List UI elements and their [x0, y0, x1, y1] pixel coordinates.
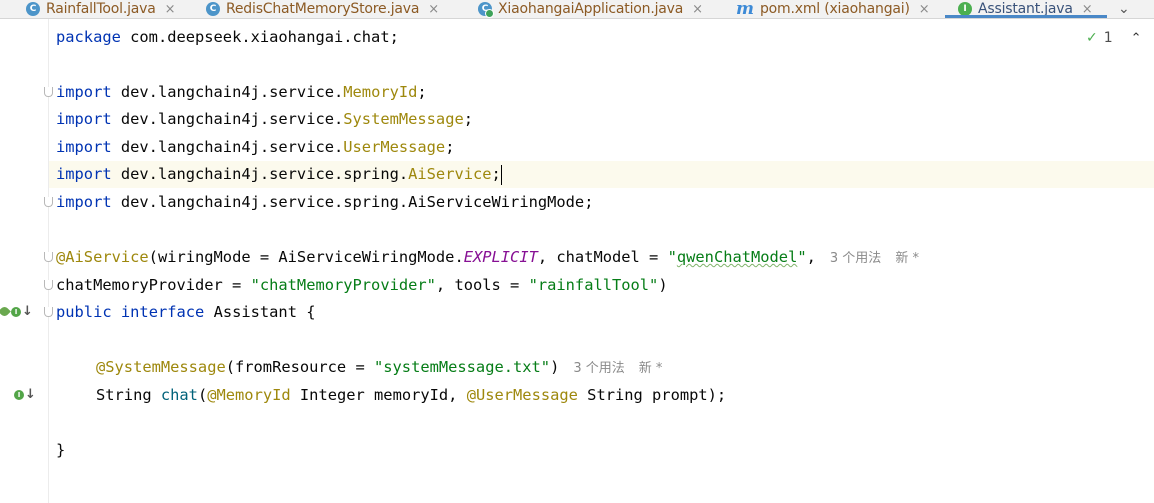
usages-hint[interactable]: 3 个用法: [830, 251, 881, 266]
editor-gutter: I ↓ I ↓: [0, 19, 49, 503]
chevron-up-icon[interactable]: ⌃: [1131, 31, 1142, 46]
code-line: import dev.langchain4j.service.spring.Ai…: [56, 164, 502, 185]
fold-icon[interactable]: [44, 252, 53, 262]
code-line: import dev.langchain4j.service.UserMessa…: [56, 138, 455, 156]
chevron-down-icon[interactable]: ⌄: [1118, 0, 1130, 18]
tab-pom-xml[interactable]: m pom.xml (xiaohangai) ×: [736, 0, 930, 18]
tab-rainfalltool[interactable]: C RainfallTool.java ×: [26, 0, 176, 18]
usages-hint[interactable]: 3 个用法: [573, 361, 624, 376]
implemented-marker[interactable]: I ↓: [0, 304, 33, 319]
fold-icon[interactable]: [44, 280, 53, 290]
text-caret: [500, 164, 502, 185]
arrow-down-icon: ↓: [25, 387, 36, 402]
interface-icon: I: [11, 306, 21, 317]
code-line: import dev.langchain4j.service.spring.Ai…: [56, 193, 594, 211]
class-icon: C: [26, 2, 40, 16]
check-icon: ✓: [1086, 30, 1098, 46]
maven-icon: m: [736, 0, 754, 19]
close-icon[interactable]: ×: [919, 2, 930, 17]
author-hint[interactable]: 新 *: [895, 251, 919, 266]
interface-icon: I: [958, 2, 972, 16]
spring-class-icon: C: [478, 2, 494, 18]
close-icon[interactable]: ×: [428, 2, 439, 17]
spring-bean-icon: [0, 305, 11, 318]
tab-label: RainfallTool.java: [46, 1, 156, 17]
implemented-marker[interactable]: I ↓: [14, 387, 36, 402]
inspection-count: 1: [1103, 30, 1113, 46]
editor-tab-bar: C RainfallTool.java × C RedisChatMemoryS…: [0, 0, 1154, 19]
tab-label: RedisChatMemoryStore.java: [226, 1, 420, 17]
close-icon[interactable]: ×: [165, 2, 176, 17]
fold-icon[interactable]: [44, 87, 53, 97]
code-line: String chat(@MemoryId Integer memoryId, …: [96, 386, 727, 404]
arrow-down-icon: ↓: [22, 304, 33, 319]
active-tab-indicator: [945, 15, 1107, 18]
code-line: import dev.langchain4j.service.MemoryId;: [56, 83, 427, 101]
tab-label: XiaohangaiApplication.java: [498, 1, 684, 17]
code-line: import dev.langchain4j.service.SystemMes…: [56, 110, 474, 128]
code-line: }: [56, 441, 66, 459]
class-icon: C: [206, 2, 220, 16]
code-line: public interface Assistant {: [56, 303, 316, 321]
inspection-widget[interactable]: ✓ 1 ⌃: [1086, 30, 1142, 46]
tab-label: pom.xml (xiaohangai): [760, 1, 910, 17]
fold-icon[interactable]: [44, 307, 53, 317]
code-line: chatMemoryProvider = "chatMemoryProvider…: [56, 276, 668, 294]
code-line: package com.deepseek.xiaohangai.chat;: [56, 28, 399, 46]
tab-redischatmemorystore[interactable]: C RedisChatMemoryStore.java ×: [206, 0, 439, 18]
interface-icon: I: [14, 389, 24, 400]
code-line: @AiService(wiringMode = AiServiceWiringM…: [56, 248, 919, 266]
tab-xiaohangaiapplication[interactable]: C XiaohangaiApplication.java ×: [478, 0, 703, 18]
code-line: @SystemMessage(fromResource = "systemMes…: [96, 358, 663, 376]
author-hint[interactable]: 新 *: [639, 361, 663, 376]
fold-icon[interactable]: [44, 197, 53, 207]
close-icon[interactable]: ×: [692, 2, 703, 17]
